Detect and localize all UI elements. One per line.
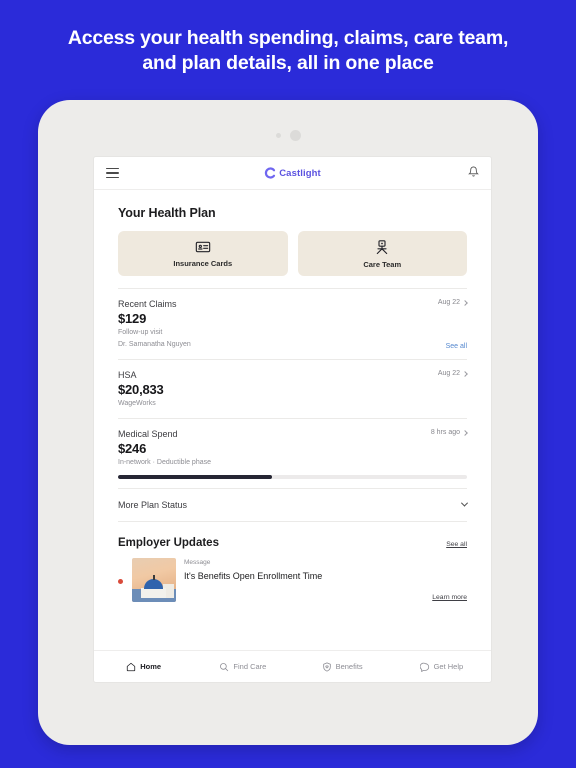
app-screen: Castlight Your Health Plan Insurance Car… (93, 156, 492, 683)
app-content-area: Your Health Plan Insurance Cards Care Te… (94, 190, 491, 650)
brand-name-label: Castlight (279, 167, 321, 179)
app-brand-logo: Castlight (94, 167, 491, 179)
nav-item-home[interactable]: Home (94, 662, 193, 672)
learn-more-link[interactable]: Learn more (432, 594, 467, 601)
nav-item-benefits[interactable]: Benefits (293, 661, 392, 672)
app-header-bar: Castlight (94, 157, 491, 190)
nav-label-benefits: Benefits (335, 662, 363, 671)
row-sub-visit-type: Follow-up visit (118, 329, 163, 336)
id-card-icon (195, 241, 210, 253)
row-meta-medical-spend: 8 hrs ago (430, 429, 468, 436)
deductible-progress-fill (118, 475, 272, 479)
row-amount-hsa: $20,833 (118, 382, 164, 397)
more-plan-status-accordion[interactable]: More Plan Status (118, 487, 469, 522)
shield-heart-icon (322, 661, 331, 672)
nav-item-find-care[interactable]: Find Care (193, 662, 292, 672)
update-headline: It's Benefits Open Enrollment Time (184, 570, 323, 581)
nav-label-home: Home (140, 662, 162, 671)
tablet-device-frame: Castlight Your Health Plan Insurance Car… (38, 100, 538, 745)
tile-insurance-cards[interactable]: Insurance Cards (118, 231, 288, 276)
row-meta-recent-claims: Aug 22 (437, 299, 468, 306)
bezel-sensor-dot-small (275, 133, 281, 138)
tile-care-team[interactable]: Care Team (297, 231, 467, 276)
thumbnail-cross (153, 574, 155, 580)
see-all-claims-link[interactable]: See all (446, 343, 467, 350)
tile-label-care-team: Care Team (363, 259, 402, 269)
row-amount-recent-claims: $129 (118, 311, 147, 326)
update-kind-label: Message (184, 558, 211, 566)
row-date-hsa: Aug 22 (437, 370, 460, 377)
deductible-progress-bar (118, 475, 467, 479)
row-title-medical-spend: Medical Spend (118, 429, 178, 439)
row-meta-hsa: Aug 22 (437, 370, 468, 377)
row-date-medical-spend: 8 hrs ago (430, 429, 460, 436)
bell-icon[interactable] (468, 164, 479, 182)
promo-headline: Access your health spending, claims, car… (0, 0, 576, 76)
employer-updates-header: Employer Updates See all (118, 537, 467, 549)
chevron-right-icon (462, 370, 468, 377)
promo-headline-line-1: Access your health spending, claims, car… (67, 27, 509, 49)
search-magnifier-icon (220, 662, 229, 671)
more-plan-status-label: More Plan Status (118, 499, 188, 510)
page-title: Your Health Plan (118, 206, 216, 220)
tile-label-insurance-cards: Insurance Cards (173, 259, 233, 268)
chat-bubble-icon (419, 662, 429, 672)
row-hsa[interactable]: HSA Aug 22 $20,833 WageWorks (118, 359, 468, 418)
nav-label-get-help: Get Help (433, 662, 464, 671)
row-date-recent-claims: Aug 22 (437, 299, 460, 306)
row-sub-hsa-administrator: WageWorks (118, 400, 156, 407)
chevron-down-icon (460, 499, 469, 507)
thumbnail-blue-dome (144, 578, 163, 589)
row-amount-medical-spend: $246 (118, 441, 147, 456)
quick-action-tiles: Insurance Cards Care Team (118, 231, 467, 276)
row-title-hsa: HSA (118, 370, 137, 380)
tablet-bezel-sensors (38, 130, 538, 141)
unread-indicator-dot (118, 578, 123, 584)
chevron-right-icon (462, 299, 468, 306)
row-title-recent-claims: Recent Claims (118, 299, 177, 309)
hamburger-menu-icon[interactable] (106, 167, 119, 179)
home-icon (127, 662, 136, 671)
row-recent-claims[interactable]: Recent Claims Aug 22 $129 Follow-up visi… (118, 288, 468, 359)
bezel-camera-dot (289, 130, 301, 141)
update-text-block: Message It's Benefits Open Enrollment Ti… (184, 558, 467, 601)
bottom-navigation-bar: Home Find Care Benefits Get Help (94, 650, 491, 682)
update-thumbnail-image (132, 557, 176, 602)
nav-item-get-help[interactable]: Get Help (392, 662, 491, 672)
doctor-person-icon (377, 239, 388, 254)
thumbnail-church-base (141, 587, 166, 598)
row-medical-spend[interactable]: Medical Spend 8 hrs ago $246 In-network … (118, 418, 468, 488)
see-all-employer-updates-link[interactable]: See all (446, 541, 467, 548)
promo-headline-line-2: and plan details, all in one place (142, 52, 434, 74)
nav-label-find-care: Find Care (233, 662, 267, 671)
row-sub-network-phase: In-network · Deductible phase (118, 459, 211, 466)
employer-update-item[interactable]: Message It's Benefits Open Enrollment Ti… (118, 557, 467, 602)
employer-updates-title: Employer Updates (118, 536, 219, 549)
chevron-right-icon (462, 429, 468, 436)
row-sub-provider-name: Dr. Samanatha Nguyen (118, 341, 191, 348)
castlight-c-mark-icon (265, 167, 276, 179)
